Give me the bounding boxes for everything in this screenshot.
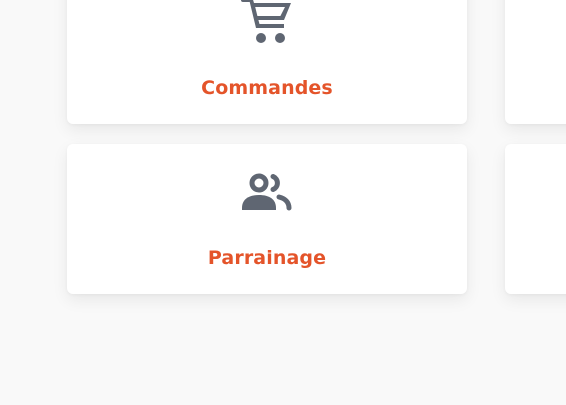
card-label-commandes: Commandes [201, 77, 333, 99]
shopping-cart-icon [241, 0, 291, 43]
card-partial-top[interactable] [505, 0, 566, 124]
dashboard-grid: Commandes Parrainage [0, 0, 566, 405]
users-icon [242, 173, 292, 211]
card-commandes[interactable]: Commandes [67, 0, 467, 124]
card-partial-bottom[interactable] [505, 144, 566, 294]
card-label-parrainage: Parrainage [207, 247, 327, 269]
card-parrainage[interactable]: Parrainage [67, 144, 467, 294]
